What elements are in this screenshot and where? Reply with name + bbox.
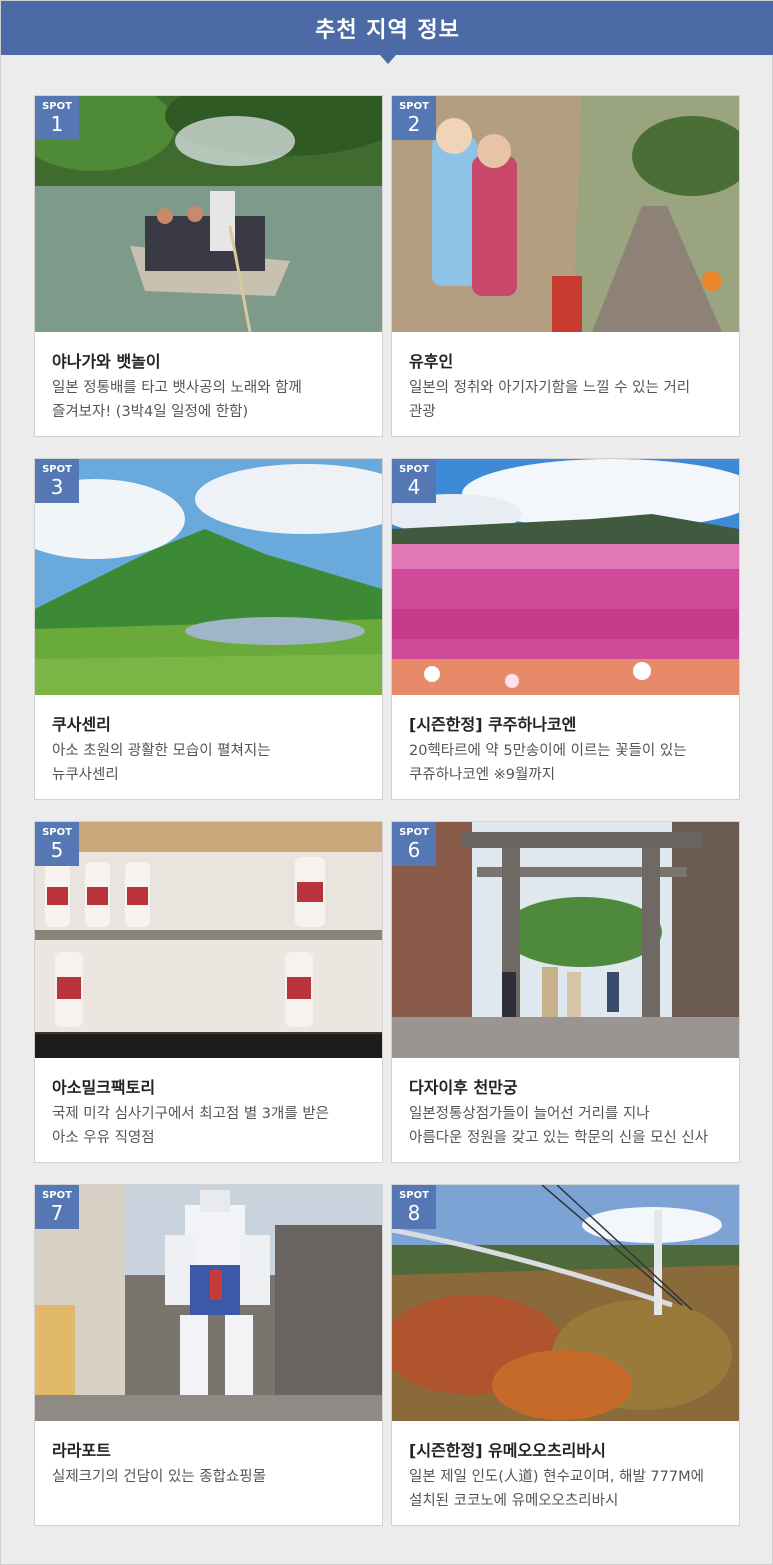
spot-card-4[interactable]: SPOT 4 [시즌한정] 쿠주하나코엔 20헥타르에 약 5만송이에 이르는 …	[391, 458, 740, 800]
spot-desc-2: 일본의 정취와 아기자기함을 느낄 수 있는 거리 관광	[409, 376, 731, 424]
spot-desc-line: 쿠쥬하나코엔 ※9월까지	[409, 767, 556, 783]
spot-title-5: 아소밀크팩토리	[52, 1078, 156, 1097]
spot-desc-line: 설치된 코코노에 유메오오츠리바시	[409, 1493, 619, 1509]
spot-badge-3: SPOT 3	[35, 459, 79, 503]
spot-photo-1: SPOT 1	[35, 96, 382, 332]
spot-badge-4: SPOT 4	[392, 459, 436, 503]
spot-desc-line: 일본의 정취와 아기자기함을 느낄 수 있는 거리	[409, 380, 691, 396]
spot-card-5[interactable]: SPOT 5 아소밀크팩토리 국제 미각 심사기구에서 최고점 별 3개를 받은…	[34, 821, 383, 1163]
spot-desc-line: 실제크기의 건담이 있는 종합쇼핑몰	[52, 1469, 266, 1485]
spot-desc-line: 즐겨보자! (3박4일 일정에 한함)	[52, 404, 249, 420]
spot-badge-2: SPOT 2	[392, 96, 436, 140]
spot-desc-line: 아소 초원의 광활한 모습이 펼쳐지는	[52, 743, 271, 759]
page-frame: 추천 지역 정보 SPOT 1 야나가와 뱃놀이 일본 정통배를 타고 뱃사공의…	[0, 0, 773, 1565]
spot-photo-2: SPOT 2	[392, 96, 739, 332]
spot-photo-6: SPOT 6	[392, 822, 739, 1058]
spot-photo-3: SPOT 3	[35, 459, 382, 695]
spot-desc-line: 국제 미각 심사기구에서 최고점 별 3개를 받은	[52, 1106, 329, 1122]
spot-desc-6: 일본정통상점가들이 늘어선 거리를 지나 아름다운 정원을 갖고 있는 학문의 …	[409, 1102, 731, 1150]
spot-desc-line: 아름다운 정원을 갖고 있는 학문의 신을 모신 신사	[409, 1130, 709, 1146]
spot-desc-line: 일본 정통배를 타고 뱃사공의 노래와 함께	[52, 380, 302, 396]
spot-photo-8: SPOT 8	[392, 1185, 739, 1421]
spot-badge-7: SPOT 7	[35, 1185, 79, 1229]
spot-desc-1: 일본 정통배를 타고 뱃사공의 노래와 함께 즐겨보자! (3박4일 일정에 한…	[52, 376, 374, 424]
spot-photo-4: SPOT 4	[392, 459, 739, 695]
section-title: 추천 지역 정보	[315, 18, 460, 43]
spot-desc-line: 20헥타르에 약 5만송이에 이르는 꽃들이 있는	[409, 743, 687, 759]
spot-card-7[interactable]: SPOT 7 라라포트 실제크기의 건담이 있는 종합쇼핑몰	[34, 1184, 383, 1526]
spot-title-2: 유후인	[409, 352, 454, 371]
spot-card-1[interactable]: SPOT 1 야나가와 뱃놀이 일본 정통배를 타고 뱃사공의 노래와 함께 즐…	[34, 95, 383, 437]
spot-badge-6: SPOT 6	[392, 822, 436, 866]
spot-desc-7: 실제크기의 건담이 있는 종합쇼핑몰	[52, 1465, 374, 1489]
spot-desc-line: 관광	[409, 404, 436, 420]
spot-desc-8: 일본 제일 인도(人道) 현수교이며, 해발 777M에 설치된 코코노에 유메…	[409, 1465, 731, 1513]
spot-title-7: 라라포트	[52, 1441, 111, 1460]
spot-title-6: 다자이후 천만궁	[409, 1078, 518, 1097]
spot-desc-3: 아소 초원의 광활한 모습이 펼쳐지는 뉴쿠사센리	[52, 739, 374, 787]
spot-desc-line: 일본정통상점가들이 늘어선 거리를 지나	[409, 1106, 650, 1122]
spot-title-1: 야나가와 뱃놀이	[52, 352, 161, 371]
spot-title-8: [시즌한정] 유메오오츠리바시	[409, 1441, 606, 1460]
spot-photo-7: SPOT 7	[35, 1185, 382, 1421]
spot-desc-4: 20헥타르에 약 5만송이에 이르는 꽃들이 있는 쿠쥬하나코엔 ※9월까지	[409, 739, 731, 787]
spot-card-8[interactable]: SPOT 8 [시즌한정] 유메오오츠리바시 일본 제일 인도(人道) 현수교이…	[391, 1184, 740, 1526]
spot-badge-5: SPOT 5	[35, 822, 79, 866]
spot-title-4: [시즌한정] 쿠주하나코엔	[409, 715, 577, 734]
spot-card-3[interactable]: SPOT 3 쿠사센리 아소 초원의 광활한 모습이 펼쳐지는 뉴쿠사센리	[34, 458, 383, 800]
spot-desc-line: 아소 우유 직영점	[52, 1130, 155, 1146]
header-pointer	[380, 55, 396, 64]
spot-desc-line: 뉴쿠사센리	[52, 767, 119, 783]
section-header: 추천 지역 정보	[1, 1, 773, 55]
spot-desc-5: 국제 미각 심사기구에서 최고점 별 3개를 받은 아소 우유 직영점	[52, 1102, 374, 1150]
spot-badge-1: SPOT 1	[35, 96, 79, 140]
spot-desc-line: 일본 제일 인도(人道) 현수교이며, 해발 777M에	[409, 1469, 704, 1485]
spot-card-6[interactable]: SPOT 6 다자이후 천만궁 일본정통상점가들이 늘어선 거리를 지나 아름다…	[391, 821, 740, 1163]
spot-badge-8: SPOT 8	[392, 1185, 436, 1229]
spot-card-2[interactable]: SPOT 2 유후인 일본의 정취와 아기자기함을 느낄 수 있는 거리 관광	[391, 95, 740, 437]
spot-photo-5: SPOT 5	[35, 822, 382, 1058]
spot-title-3: 쿠사센리	[52, 715, 111, 734]
